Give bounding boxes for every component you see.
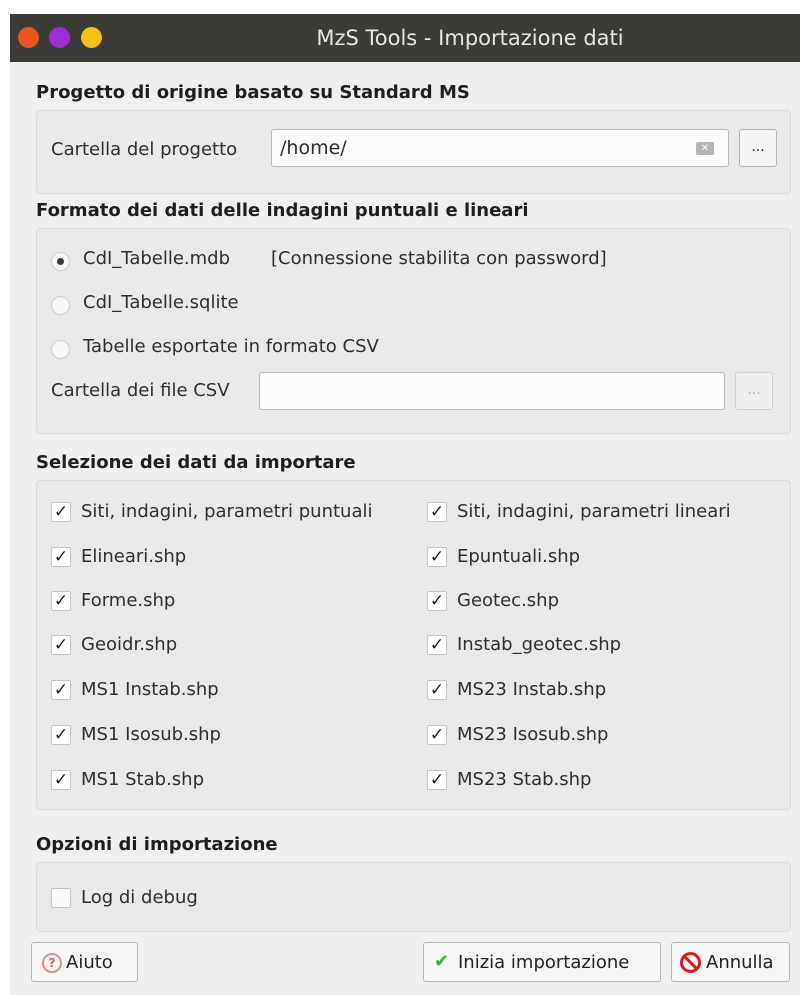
checkbox-ms1-isosub[interactable]: ✓ <box>51 725 71 745</box>
checkbox-forme[interactable]: ✓ <box>51 591 71 611</box>
cancel-button-label: Annulla <box>706 952 774 973</box>
csv-folder-label: Cartella dei file CSV <box>51 380 230 401</box>
format-group: CdI_Tabelle.mdb [Connessione stabilita c… <box>36 228 791 434</box>
radio-mdb[interactable] <box>51 252 70 271</box>
checkbox-siti-lineari[interactable]: ✓ <box>427 502 447 522</box>
window-title: MzS Tools - Importazione dati <box>316 26 624 50</box>
radio-csv-label[interactable]: Tabelle esportate in formato CSV <box>83 336 379 357</box>
project-folder-label: Cartella del progetto <box>51 139 238 160</box>
title-bar[interactable]: MzS Tools - Importazione dati <box>10 14 800 62</box>
options-group: Log di debug <box>36 862 791 932</box>
checkbox-debug-log[interactable] <box>51 888 71 908</box>
checkbox-ms1-instab[interactable]: ✓ <box>51 680 71 700</box>
checkbox-instab-geotec[interactable]: ✓ <box>427 635 447 655</box>
format-section-title: Formato dei dati delle indagini puntuali… <box>36 200 529 221</box>
checkbox-forme-label[interactable]: Forme.shp <box>81 590 175 611</box>
checkbox-ms1-instab-label[interactable]: MS1 Instab.shp <box>81 679 219 700</box>
cancel-button[interactable]: Annulla <box>671 942 790 982</box>
help-circle-icon: ? <box>42 953 62 973</box>
radio-mdb-label[interactable]: CdI_Tabelle.mdb <box>83 248 230 269</box>
start-import-button-label: Inizia importazione <box>458 952 630 973</box>
checkmark-icon: ✔ <box>434 951 450 972</box>
close-window-button[interactable] <box>18 27 39 48</box>
checkbox-geotec[interactable]: ✓ <box>427 591 447 611</box>
checkbox-elineari-label[interactable]: Elineari.shp <box>81 546 186 567</box>
minimize-window-button[interactable] <box>49 27 70 48</box>
help-button-label: Aiuto <box>66 952 113 973</box>
checkbox-siti-puntuali-label[interactable]: Siti, indagini, parametri puntuali <box>81 501 373 522</box>
checkbox-geoidr[interactable]: ✓ <box>51 635 71 655</box>
radio-sqlite-label[interactable]: CdI_Tabelle.sqlite <box>83 292 239 313</box>
checkbox-ms23-isosub-label[interactable]: MS23 Isosub.shp <box>457 724 608 745</box>
connection-status: [Connessione stabilita con password] <box>271 248 607 269</box>
checkbox-ms1-isosub-label[interactable]: MS1 Isosub.shp <box>81 724 221 745</box>
origin-section-title: Progetto di origine basato su Standard M… <box>36 82 470 103</box>
checkbox-elineari[interactable]: ✓ <box>51 547 71 567</box>
csv-folder-input[interactable] <box>259 372 725 410</box>
checkbox-ms23-stab[interactable]: ✓ <box>427 770 447 790</box>
radio-csv[interactable] <box>51 340 70 359</box>
origin-group: Cartella del progetto /home/ ✕ ... <box>36 110 791 194</box>
browse-project-folder-button[interactable]: ... <box>739 129 777 167</box>
help-button[interactable]: ? Aiuto <box>31 942 138 982</box>
checkbox-ms23-isosub[interactable]: ✓ <box>427 725 447 745</box>
checkbox-epuntuali-label[interactable]: Epuntuali.shp <box>457 546 580 567</box>
maximize-window-button[interactable] <box>81 27 102 48</box>
checkbox-epuntuali[interactable]: ✓ <box>427 547 447 567</box>
checkbox-siti-puntuali[interactable]: ✓ <box>51 502 71 522</box>
clear-text-icon[interactable]: ✕ <box>696 142 714 155</box>
checkbox-ms23-stab-label[interactable]: MS23 Stab.shp <box>457 769 591 790</box>
import-dialog: MzS Tools - Importazione dati Progetto d… <box>10 14 800 995</box>
checkbox-debug-log-label[interactable]: Log di debug <box>81 887 198 908</box>
checkbox-siti-lineari-label[interactable]: Siti, indagini, parametri lineari <box>457 501 731 522</box>
checkbox-ms23-instab-label[interactable]: MS23 Instab.shp <box>457 679 606 700</box>
checkbox-ms1-stab-label[interactable]: MS1 Stab.shp <box>81 769 204 790</box>
checkbox-ms1-stab[interactable]: ✓ <box>51 770 71 790</box>
checkbox-geotec-label[interactable]: Geotec.shp <box>457 590 559 611</box>
project-folder-value: /home/ <box>280 137 347 159</box>
checkbox-ms23-instab[interactable]: ✓ <box>427 680 447 700</box>
no-entry-icon <box>680 952 701 973</box>
checkbox-instab-geotec-label[interactable]: Instab_geotec.shp <box>457 634 621 655</box>
start-import-button[interactable]: ✔ Inizia importazione <box>423 942 661 982</box>
project-folder-input[interactable]: /home/ ✕ <box>271 129 729 167</box>
selection-section-title: Selezione dei dati da importare <box>36 452 356 473</box>
radio-sqlite[interactable] <box>51 296 70 315</box>
checkbox-geoidr-label[interactable]: Geoidr.shp <box>81 634 177 655</box>
selection-group: ✓ Siti, indagini, parametri puntuali ✓ E… <box>36 480 791 810</box>
options-section-title: Opzioni di importazione <box>36 834 278 855</box>
browse-csv-folder-button[interactable]: ... <box>735 372 773 410</box>
